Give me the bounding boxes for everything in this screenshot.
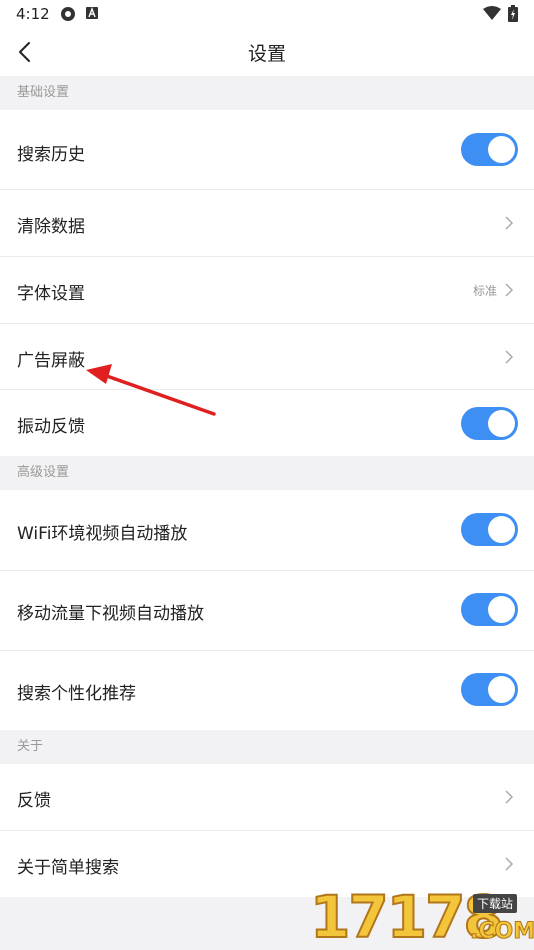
row-label: 广告屏蔽: [17, 351, 85, 371]
chevron-right-icon: [505, 350, 514, 364]
row-label: 振动反馈: [17, 417, 85, 437]
chevron-right-icon: [505, 216, 514, 230]
toggle-knob: [488, 410, 515, 437]
setting-row-clear-data[interactable]: 清除数据: [0, 190, 534, 256]
search-history-toggle[interactable]: [461, 133, 518, 166]
row-label: 移动流量下视频自动播放: [17, 604, 204, 624]
toggle-knob: [488, 596, 515, 623]
row-label: 字体设置: [17, 284, 85, 304]
setting-row-search-history[interactable]: 搜索历史: [0, 110, 534, 190]
setting-row-vibration[interactable]: 振动反馈: [0, 390, 534, 456]
row-label: 反馈: [17, 791, 51, 811]
section-header-advanced: 高级设置: [0, 456, 534, 490]
toggle-knob: [488, 136, 515, 163]
row-label: 搜索个性化推荐: [17, 684, 136, 704]
font-size-value: 标准: [473, 284, 498, 298]
section-header-label: 基础设置: [17, 85, 70, 100]
section-header-label: 关于: [17, 739, 44, 754]
watermark-logo: 17178 下载站 .COM: [309, 884, 534, 950]
section-header-about: 关于: [0, 730, 534, 764]
toggle-knob: [488, 516, 515, 543]
section-header-basic: 基础设置: [0, 76, 534, 110]
page-title: 设置: [247, 43, 286, 65]
setting-row-font[interactable]: 字体设置 标准: [0, 257, 534, 323]
vibration-toggle[interactable]: [461, 407, 518, 440]
personalized-toggle[interactable]: [461, 673, 518, 706]
wifi-icon: [483, 6, 501, 20]
status-time: 4:12: [16, 5, 50, 23]
toggle-knob: [488, 676, 515, 703]
watermark-suffix: .COM: [469, 919, 534, 945]
row-label: WiFi环境视频自动播放: [17, 524, 188, 544]
battery-charging-icon: [508, 5, 518, 22]
chevron-right-icon: [505, 857, 514, 871]
row-label: 搜索历史: [17, 145, 85, 165]
watermark-tag: 下载站: [473, 894, 518, 913]
setting-row-mobile-autoplay[interactable]: 移动流量下视频自动播放: [0, 571, 534, 650]
wifi-autoplay-toggle[interactable]: [461, 513, 518, 546]
row-label: 关于简单搜索: [17, 858, 119, 878]
nav-bar: 设置: [0, 28, 534, 76]
chevron-right-icon: [505, 283, 514, 297]
chevron-right-icon: [505, 790, 514, 804]
status-bar: 4:12: [0, 0, 534, 28]
section-header-label: 高级设置: [17, 465, 70, 480]
mobile-autoplay-toggle[interactable]: [461, 593, 518, 626]
setting-row-personalized[interactable]: 搜索个性化推荐: [0, 651, 534, 730]
setting-row-ad-block[interactable]: 广告屏蔽: [0, 324, 534, 390]
setting-row-feedback[interactable]: 反馈: [0, 764, 534, 830]
row-label: 清除数据: [17, 217, 85, 237]
a-notification-icon: [86, 7, 98, 19]
setting-row-wifi-autoplay[interactable]: WiFi环境视频自动播放: [0, 490, 534, 570]
gear-notification-icon: [61, 7, 75, 21]
